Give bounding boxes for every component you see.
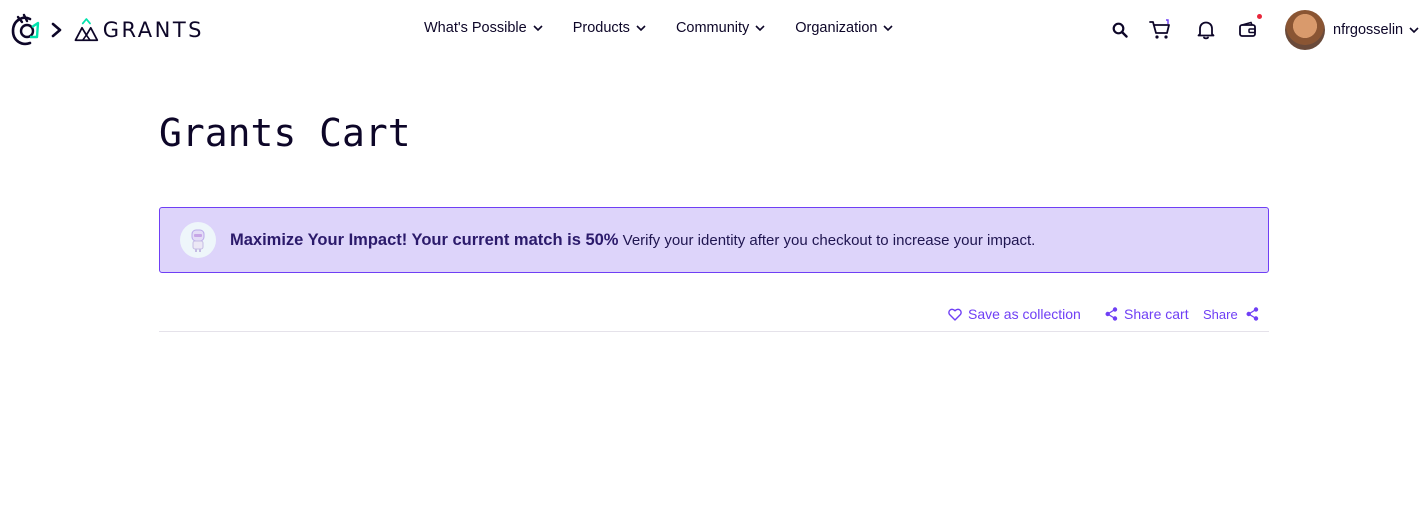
save-as-collection-label: Save as collection — [968, 306, 1081, 322]
chevron-down-icon — [755, 25, 765, 32]
top-header: GRANTS What's Possible Products Communit… — [0, 0, 1426, 60]
nav-item-whats-possible[interactable]: What's Possible — [424, 20, 543, 36]
breadcrumb-chevron-icon — [50, 20, 64, 40]
search-icon — [1112, 22, 1128, 38]
bell-icon — [1197, 21, 1215, 40]
nav-item-community[interactable]: Community — [676, 20, 765, 36]
grants-logo[interactable]: GRANTS — [74, 13, 204, 47]
share-cart-button[interactable]: Share cart — [1105, 304, 1189, 324]
chevron-down-icon — [1409, 27, 1419, 34]
nav-item-label: Community — [675, 20, 750, 36]
share-button[interactable]: Share — [1203, 304, 1259, 324]
search-button[interactable] — [1108, 18, 1132, 42]
profile-menu[interactable]: nfrgosselin — [1285, 10, 1419, 50]
match-impact-banner: Maximize Your Impact! Your current match… — [159, 207, 1269, 273]
save-as-collection-button[interactable]: Save as collection — [948, 304, 1081, 324]
wallet-button[interactable] — [1236, 14, 1262, 42]
nav-item-products[interactable]: Products — [573, 20, 646, 36]
profile-username: nfrgosselin — [1333, 22, 1404, 38]
nav-item-label: Products — [572, 20, 630, 36]
chevron-down-icon — [883, 25, 894, 32]
wallet-icon — [1239, 21, 1256, 37]
main-nav: What's Possible Products Community Organ… — [424, 20, 923, 36]
banner-message: Maximize Your Impact! Your current match… — [230, 231, 1035, 250]
gitcoin-logo-icon[interactable] — [10, 11, 44, 47]
robot-icon — [180, 222, 216, 258]
chevron-down-icon — [636, 25, 646, 32]
share-icon — [1105, 307, 1118, 321]
banner-detail: Verify your identity after you checkout … — [618, 231, 1036, 249]
grants-mountain-icon — [74, 18, 99, 42]
grants-wordmark: GRANTS — [102, 18, 204, 42]
cart-button[interactable] — [1148, 18, 1172, 42]
chevron-down-icon — [533, 25, 543, 32]
divider — [159, 331, 1269, 332]
share-label: Share — [1203, 306, 1238, 322]
avatar — [1285, 10, 1325, 50]
nav-item-label: Organization — [795, 20, 878, 36]
share-icon — [1246, 307, 1258, 321]
nav-item-label: What's Possible — [424, 20, 527, 36]
cart-icon — [1149, 19, 1170, 39]
notifications-button[interactable] — [1194, 18, 1218, 42]
page-title: Grants Cart — [159, 111, 411, 155]
nav-item-organization[interactable]: Organization — [795, 20, 894, 36]
notification-dot — [1257, 14, 1262, 19]
share-cart-label: Share cart — [1124, 306, 1189, 322]
heart-icon — [948, 308, 962, 321]
banner-headline: Maximize Your Impact! Your current match… — [230, 230, 619, 249]
